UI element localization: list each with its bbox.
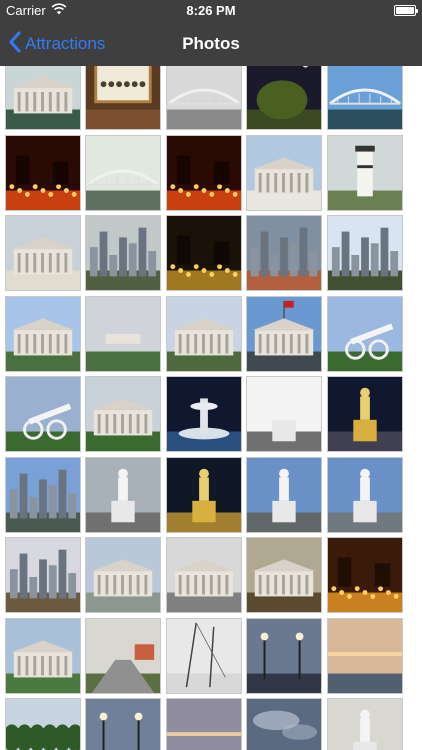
photo-thumbnail[interactable] xyxy=(165,376,242,452)
photo-image xyxy=(247,538,321,612)
photo-image xyxy=(166,457,241,532)
photo-image xyxy=(166,135,241,210)
photo-thumbnail[interactable] xyxy=(246,215,322,291)
photo-thumbnail[interactable] xyxy=(326,66,403,130)
photo-image xyxy=(5,296,80,371)
photo-image xyxy=(5,457,80,532)
photo-image xyxy=(327,296,402,371)
photo-thumbnail[interactable] xyxy=(4,215,81,291)
photo-thumbnail[interactable] xyxy=(85,215,161,291)
photo-image xyxy=(5,135,80,210)
photo-thumbnail[interactable] xyxy=(4,66,81,130)
photo-thumbnail[interactable] xyxy=(246,134,322,211)
photo-image xyxy=(5,538,80,612)
navigation-bar: Attractions Photos xyxy=(0,22,422,66)
status-time: 8:26 PM xyxy=(186,3,236,18)
photo-image xyxy=(86,377,160,451)
photo-image xyxy=(86,618,160,693)
photo-image xyxy=(166,66,241,129)
photo-image xyxy=(247,216,321,290)
battery-icon xyxy=(394,5,418,16)
photo-image xyxy=(5,699,80,750)
status-bar: Carrier 8:26 PM xyxy=(0,0,422,22)
photo-thumbnail[interactable] xyxy=(4,617,81,694)
photo-image xyxy=(247,66,321,129)
photo-thumbnail[interactable] xyxy=(326,698,403,750)
photo-thumbnail[interactable] xyxy=(326,456,403,533)
photo-thumbnail[interactable] xyxy=(85,376,161,452)
photo-image xyxy=(247,457,321,532)
photo-image xyxy=(5,377,80,451)
photo-image xyxy=(86,135,160,210)
photo-thumbnail[interactable] xyxy=(246,295,322,372)
photo-thumbnail[interactable] xyxy=(246,537,322,613)
photo-thumbnail[interactable] xyxy=(4,134,81,211)
photo-thumbnail[interactable] xyxy=(4,295,81,372)
photo-thumbnail[interactable] xyxy=(85,295,161,372)
photo-thumbnail[interactable] xyxy=(246,376,322,452)
photo-thumbnail[interactable] xyxy=(246,66,322,130)
photo-image xyxy=(247,135,321,210)
photo-thumbnail[interactable] xyxy=(165,537,242,613)
photo-thumbnail[interactable] xyxy=(326,617,403,694)
photo-image xyxy=(247,618,321,693)
photo-image xyxy=(5,618,80,693)
photo-thumbnail[interactable] xyxy=(165,66,242,130)
photo-image xyxy=(166,377,241,451)
photo-image xyxy=(247,296,321,371)
photo-image xyxy=(86,538,160,612)
photo-thumbnail[interactable] xyxy=(85,134,161,211)
photo-image xyxy=(327,538,402,612)
photo-image xyxy=(86,66,160,129)
battery-level xyxy=(396,7,414,14)
photo-thumbnail[interactable] xyxy=(326,295,403,372)
photo-thumbnail[interactable] xyxy=(4,456,81,533)
photo-image xyxy=(166,618,241,693)
photo-thumbnail[interactable] xyxy=(85,698,161,750)
photo-thumbnail[interactable] xyxy=(165,134,242,211)
photo-image xyxy=(327,699,402,750)
chevron-left-icon xyxy=(8,31,25,58)
photo-image xyxy=(327,66,402,129)
photo-image xyxy=(86,457,160,532)
photo-grid[interactable] xyxy=(0,66,422,750)
photo-thumbnail[interactable] xyxy=(326,134,403,211)
photo-thumbnail[interactable] xyxy=(85,66,161,130)
photo-thumbnail[interactable] xyxy=(246,698,322,750)
photo-thumbnail[interactable] xyxy=(326,376,403,452)
photo-image xyxy=(327,618,402,693)
photo-image xyxy=(247,377,321,451)
photo-image xyxy=(327,377,402,451)
photo-image xyxy=(86,699,160,750)
photo-image xyxy=(327,135,402,210)
photo-thumbnail[interactable] xyxy=(85,537,161,613)
photo-image xyxy=(86,296,160,371)
photo-thumbnail[interactable] xyxy=(165,295,242,372)
photo-thumbnail[interactable] xyxy=(4,537,81,613)
photo-image xyxy=(5,216,80,290)
photo-thumbnail[interactable] xyxy=(85,456,161,533)
photo-image xyxy=(5,66,80,129)
photo-thumbnail[interactable] xyxy=(246,456,322,533)
photo-image xyxy=(327,457,402,532)
photo-thumbnail[interactable] xyxy=(246,617,322,694)
photo-image xyxy=(166,216,241,290)
photo-thumbnail[interactable] xyxy=(4,698,81,750)
back-button[interactable]: Attractions xyxy=(8,22,105,66)
photo-thumbnail[interactable] xyxy=(4,376,81,452)
photo-image xyxy=(166,699,241,750)
photo-image xyxy=(247,699,321,750)
photo-thumbnail[interactable] xyxy=(165,456,242,533)
photo-thumbnail[interactable] xyxy=(165,698,242,750)
photo-image xyxy=(327,216,402,290)
photo-image xyxy=(166,538,241,612)
back-button-label: Attractions xyxy=(25,34,106,53)
photo-image xyxy=(86,216,160,290)
photo-thumbnail[interactable] xyxy=(326,537,403,613)
photo-thumbnail[interactable] xyxy=(165,215,242,291)
photo-image xyxy=(166,296,241,371)
photo-thumbnail[interactable] xyxy=(85,617,161,694)
photo-thumbnail[interactable] xyxy=(326,215,403,291)
photo-thumbnail[interactable] xyxy=(165,617,242,694)
